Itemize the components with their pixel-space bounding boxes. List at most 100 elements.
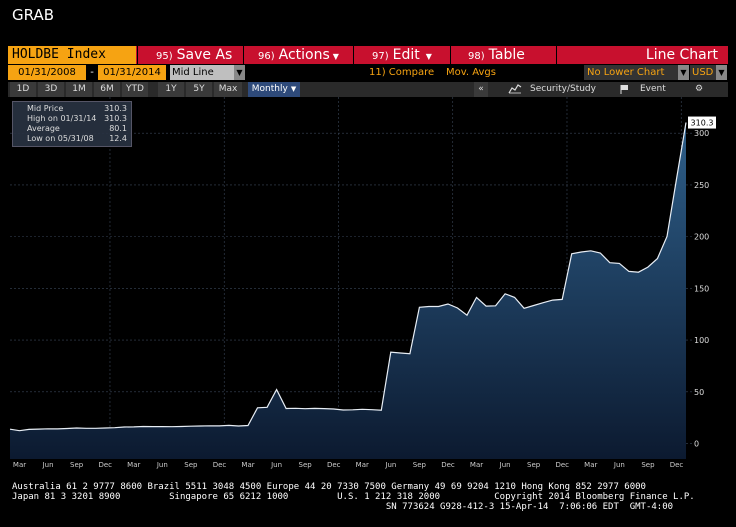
edit-label: Edit <box>392 47 420 63</box>
period-1y[interactable]: 1Y <box>158 82 184 97</box>
y-tick-label: 250 <box>694 181 709 190</box>
table-button[interactable]: 98) Table <box>468 46 525 64</box>
start-date-field[interactable]: 01/31/2008 <box>8 65 86 80</box>
x-tick-label: Dec <box>327 461 341 469</box>
x-tick-label: Mar <box>241 461 254 469</box>
period-1d[interactable]: 1D <box>10 82 36 97</box>
save-as-num: 95) <box>156 51 173 62</box>
x-tick-label: Mar <box>356 461 369 469</box>
table-label: Table <box>488 47 525 63</box>
currency-select[interactable]: USD <box>690 65 716 80</box>
period-bar: 1D 3D 1M 6M YTD 1Y 5Y Max Monthly ▼ « Sec… <box>8 82 728 97</box>
x-tick-label: Jun <box>270 461 282 469</box>
legend-value: 12.4 <box>109 134 127 143</box>
x-tick-label: Sep <box>70 461 84 469</box>
chart-svg: 0 50 100 150 200 250 300 Mar Jun Sep Dec Mar Jun Sep D… <box>9 97 716 480</box>
ticker-field[interactable]: HOLDBE Index <box>8 46 136 64</box>
x-tick-label: Dec <box>441 461 455 469</box>
date-range-dash: - <box>90 67 94 78</box>
chevron-down-icon: ▼ <box>425 52 432 61</box>
compare-button[interactable]: 11) Compare <box>369 65 434 80</box>
legend-value: 310.3 <box>104 114 127 123</box>
x-tick-label: Mar <box>127 461 140 469</box>
frequency-select[interactable]: Monthly ▼ <box>248 82 300 97</box>
legend-row-average: Average 80.1 <box>17 124 127 134</box>
date-controls-bar: 01/31/2008 - 01/31/2014 Mid Line ▼ 11) C… <box>8 65 728 80</box>
x-tick-label: Jun <box>499 461 511 469</box>
table-num: 98) <box>468 51 485 62</box>
legend-label: Average <box>27 124 60 133</box>
x-tick-label: Sep <box>184 461 198 469</box>
period-1m[interactable]: 1M <box>66 82 92 97</box>
y-tick-label: 150 <box>694 284 709 293</box>
chart-legend: Mid Price 310.3 High on 01/31/14 310.3 Ave… <box>12 101 132 147</box>
separator <box>353 46 354 64</box>
study-chart-icon <box>508 84 522 94</box>
save-as-label: Save As <box>176 47 233 63</box>
x-tick-label: Jun <box>42 461 54 469</box>
x-tick-label: Dec <box>670 461 684 469</box>
chevron-down-icon[interactable]: ▼ <box>716 65 727 80</box>
footer-line: Japan 81 3 3201 8900 Singapore 65 6212 1… <box>12 492 695 502</box>
security-study-label: Security/Study <box>530 84 596 94</box>
y-tick-label: 50 <box>694 388 704 397</box>
actions-num: 96) <box>258 51 275 62</box>
price-chart: 0 50 100 150 200 250 300 Mar Jun Sep Dec Mar Jun Sep D… <box>8 97 728 480</box>
x-tick-label: Mar <box>13 461 26 469</box>
period-6m[interactable]: 6M <box>94 82 120 97</box>
chart-type-label: Line Chart <box>645 47 718 63</box>
last-value-label: 310.3 <box>691 119 714 128</box>
y-tick-label: 100 <box>694 336 709 345</box>
legend-value: 310.3 <box>104 104 127 113</box>
legend-row-low: Low on 05/31/08 12.4 <box>17 134 127 144</box>
y-tick-label: 300 <box>694 129 709 138</box>
separator <box>556 46 557 64</box>
separator <box>243 46 244 64</box>
footer-line: Australia 61 2 9777 8600 Brazil 5511 304… <box>12 482 646 492</box>
event-label: Event <box>640 84 666 94</box>
separator <box>137 46 138 64</box>
legend-label: Low on 05/31/08 <box>27 134 94 143</box>
mov-avgs-button[interactable]: Mov. Avgs <box>446 65 496 80</box>
legend-row-mid: Mid Price 310.3 <box>17 104 127 114</box>
event-button[interactable]: Event <box>620 82 666 97</box>
y-tick-label: 0 <box>694 439 699 448</box>
area-fill <box>10 122 686 459</box>
line-mode-select[interactable]: Mid Line <box>170 65 234 80</box>
gear-icon[interactable]: ⚙ <box>692 82 706 97</box>
end-date-field[interactable]: 01/31/2014 <box>98 65 166 80</box>
edit-num: 97) <box>372 51 389 62</box>
collapse-button[interactable]: « <box>474 82 488 97</box>
chevron-down-icon: ▼ <box>332 52 339 61</box>
flag-icon <box>620 84 628 94</box>
actions-label: Actions <box>278 47 330 63</box>
x-tick-label: Sep <box>641 461 655 469</box>
security-study-button[interactable]: Security/Study <box>508 82 596 97</box>
x-tick-label: Sep <box>527 461 541 469</box>
x-tick-label: Dec <box>555 461 569 469</box>
period-5y[interactable]: 5Y <box>186 82 212 97</box>
edit-button[interactable]: 97) Edit ▼ <box>372 46 432 64</box>
x-tick-label: Jun <box>613 461 625 469</box>
x-tick-label: Mar <box>470 461 483 469</box>
lower-chart-select[interactable]: No Lower Chart <box>584 65 678 80</box>
chevron-down-icon: ▼ <box>290 85 297 93</box>
separator <box>450 46 451 64</box>
legend-label: Mid Price <box>27 104 64 113</box>
footer-contacts: Australia 61 2 9777 8600 Brazil 5511 304… <box>12 482 695 512</box>
legend-row-high: High on 01/31/14 310.3 <box>17 114 127 124</box>
x-tick-label: Sep <box>413 461 427 469</box>
x-tick-label: Dec <box>213 461 227 469</box>
x-tick-label: Sep <box>299 461 313 469</box>
y-tick-label: 200 <box>694 233 709 242</box>
period-max[interactable]: Max <box>214 82 242 97</box>
x-tick-label: Jun <box>384 461 396 469</box>
period-3d[interactable]: 3D <box>38 82 64 97</box>
legend-label: High on 01/31/14 <box>27 114 97 123</box>
chevron-down-icon[interactable]: ▼ <box>678 65 689 80</box>
period-ytd[interactable]: YTD <box>122 82 148 97</box>
save-as-button[interactable]: 95) Save As <box>156 46 232 64</box>
legend-value: 80.1 <box>109 124 127 133</box>
chevron-down-icon[interactable]: ▼ <box>234 65 245 80</box>
actions-button[interactable]: 96) Actions ▼ <box>258 46 339 64</box>
